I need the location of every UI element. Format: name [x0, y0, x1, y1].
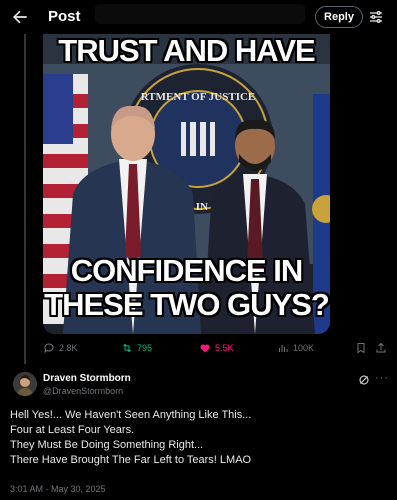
page-title: Post — [48, 8, 81, 25]
post-text-line: Hell Yes!... We Haven't Seen Anything Li… — [10, 409, 252, 421]
thread-connector-line — [24, 34, 26, 364]
post-timestamp[interactable]: 3:01 AM · May 30, 2025 — [10, 484, 106, 494]
meme-caption-line-1: CONFIDENCE IN — [70, 253, 304, 288]
share-icon — [376, 342, 386, 353]
share-action[interactable] — [375, 342, 387, 354]
post-text-line: Four at Least Four Years. — [10, 424, 135, 436]
post-text: Hell Yes!... We Haven't Seen Anything Li… — [10, 408, 390, 468]
post-image[interactable]: RTMENT OF JUSTICE OF IN TRUST AND HAVE C… — [43, 34, 330, 334]
repost-action[interactable]: 795 — [121, 342, 152, 354]
meme-caption-top: TRUST AND HAVE — [58, 34, 315, 68]
post-header: Post Reply — [0, 0, 397, 34]
svg-text:RTMENT OF JUSTICE: RTMENT OF JUSTICE — [141, 91, 256, 103]
like-icon — [200, 344, 210, 353]
repost-icon — [123, 343, 131, 353]
more-icon[interactable]: ··· — [375, 372, 389, 384]
reply-action[interactable]: 2.8K — [43, 342, 78, 354]
reply-button[interactable]: Reply — [315, 6, 363, 28]
meme-caption-bottom: CONFIDENCE IN THESE TWO GUYS? — [43, 254, 330, 322]
user-handle[interactable]: @DravenStormborn — [43, 386, 123, 396]
like-count: 5.5K — [215, 343, 234, 353]
action-bar: 2.8K 795 5.5K 100K — [43, 342, 388, 358]
avatar[interactable] — [13, 372, 37, 396]
tune-icon[interactable] — [368, 9, 384, 25]
display-name[interactable]: Draven Stormborn — [43, 373, 131, 384]
post-text-line: They Must Be Doing Something Right... — [10, 439, 204, 451]
bookmark-action[interactable] — [355, 342, 367, 354]
reply-icon — [44, 343, 54, 354]
back-arrow-icon[interactable] — [10, 7, 30, 27]
views-action[interactable]: 100K — [277, 342, 314, 354]
blurred-header-area — [95, 4, 305, 24]
reply-count: 2.8K — [59, 343, 78, 353]
avatar-image — [13, 372, 37, 396]
grok-icon[interactable] — [358, 374, 370, 386]
like-action[interactable]: 5.5K — [199, 342, 234, 354]
post-text-line: There Have Brought The Far Left to Tears… — [10, 454, 252, 466]
views-icon — [279, 345, 288, 352]
bookmark-icon — [357, 343, 365, 354]
repost-count: 795 — [137, 343, 153, 353]
meme-caption-line-2: THESE TWO GUYS? — [44, 287, 330, 322]
views-count: 100K — [293, 343, 315, 353]
